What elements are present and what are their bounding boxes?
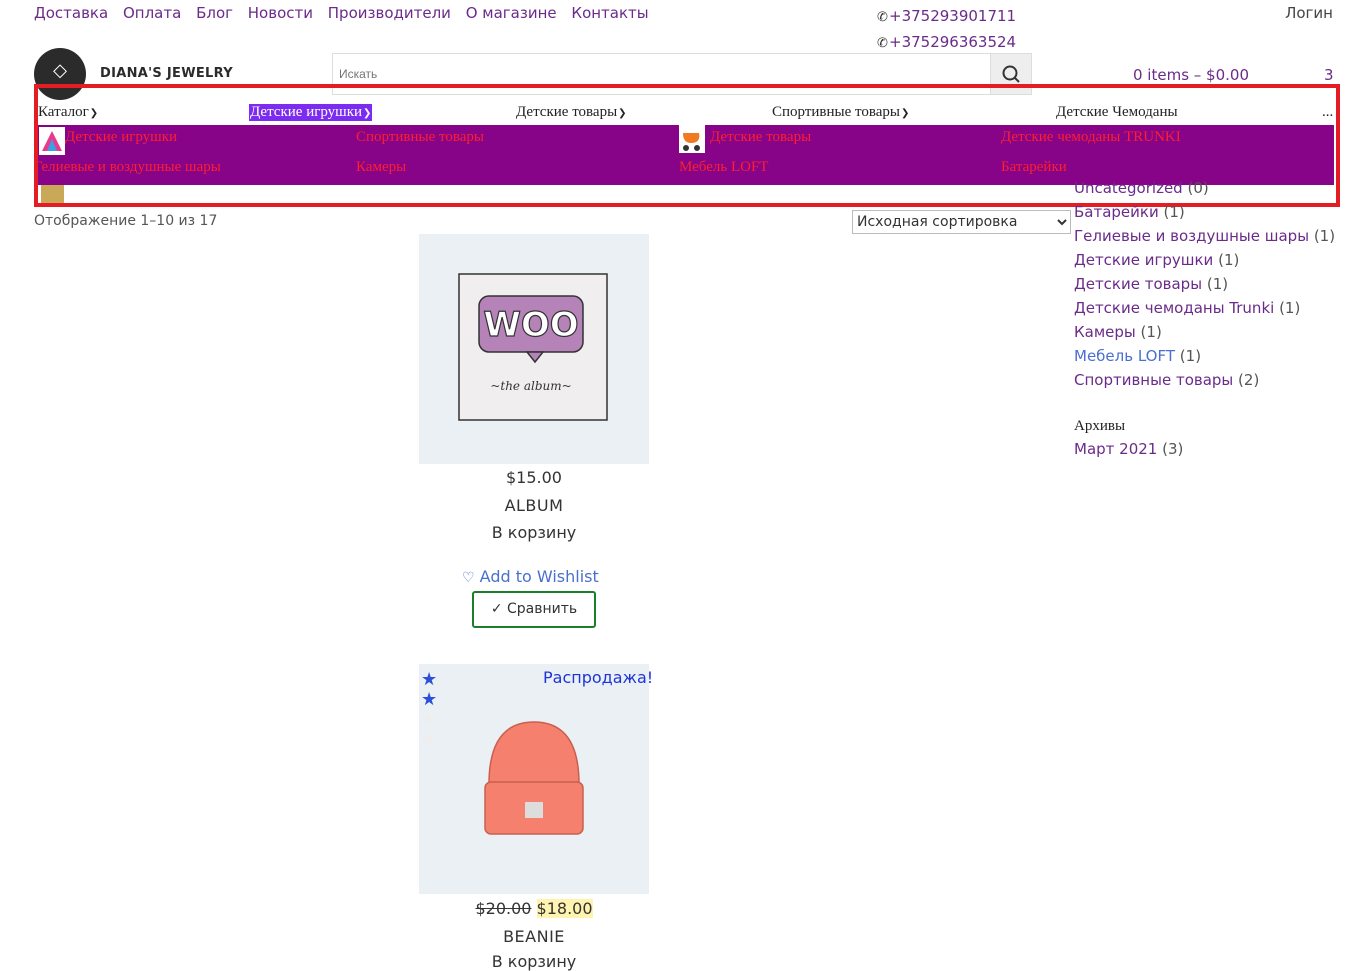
menu-item-kids-suitcases[interactable]: Детские Чемоданы (1056, 104, 1178, 121)
nav-link-delivery[interactable]: Доставка (34, 4, 108, 22)
nav-link-payment[interactable]: Оплата (123, 4, 181, 22)
submenu-batteries[interactable]: Батарейки (1001, 159, 1067, 176)
top-navigation: Доставка Оплата Блог Новости Производите… (34, 4, 659, 22)
product-price: $15.00 (506, 468, 562, 487)
diamond-icon: ◇ (53, 60, 67, 81)
toys-thumbnail (39, 127, 65, 155)
add-to-wishlist-link[interactable]: ♡ Add to Wishlist (462, 567, 599, 586)
menu-more[interactable]: ... (1322, 104, 1333, 121)
nav-link-news[interactable]: Новости (248, 4, 313, 22)
sale-badge: Распродажа! (543, 668, 654, 687)
product-title[interactable]: ALBUM (419, 496, 649, 515)
brand-name: DIANA'S JEWELRY (100, 66, 233, 81)
decorative-strip (41, 185, 64, 203)
phone-list: ✆+375293901711 ✆+375296363524 (877, 4, 1016, 56)
star-icon: ★ (421, 689, 438, 710)
nav-link-manufacturers[interactable]: Производители (328, 4, 451, 22)
submenu-sports-goods[interactable]: Спортивные товары (356, 129, 484, 146)
search-icon (1002, 65, 1020, 83)
add-to-cart-button[interactable]: В корзину (419, 523, 649, 542)
sale-price: $18.00 (536, 899, 593, 918)
category-item: Гелиевые и воздушные шары (1) (1074, 227, 1336, 245)
chevron-down-icon: ❯ (618, 108, 627, 119)
main-menu: Каталог❯ Детские игрушки❯ Детские товары… (34, 104, 1334, 124)
category-item: Детские чемоданы Trunki (1) (1074, 299, 1301, 317)
rating-stars: ★ ★ ★ ★ (421, 670, 437, 750)
stroller-thumbnail (679, 125, 705, 153)
menu-item-kids-goods[interactable]: Детские товары❯ (516, 104, 627, 121)
category-item: Uncategorized (0) (1074, 179, 1209, 197)
archive-item: Март 2021 (3) (1074, 440, 1184, 458)
nav-link-contacts[interactable]: Контакты (571, 4, 648, 22)
album-illustration: WOO ~the album~ (458, 273, 608, 421)
svg-text:WOO: WOO (483, 305, 578, 345)
category-item: Камеры (1) (1074, 323, 1162, 341)
chevron-down-icon: ❯ (363, 108, 372, 119)
nav-link-blog[interactable]: Блог (196, 4, 233, 22)
submenu-cameras[interactable]: Камеры (356, 159, 406, 176)
submenu-balloons[interactable]: Гелиевые и воздушные шары (34, 159, 221, 176)
star-empty-icon: ★ (421, 709, 438, 730)
chevron-down-icon: ❯ (89, 108, 99, 119)
menu-item-kids-toys[interactable]: Детские игрушки❯ (249, 104, 373, 121)
sort-select[interactable]: Исходная сортировка (852, 210, 1071, 234)
category-item: Детские игрушки (1) (1074, 251, 1240, 269)
phone-icon: ✆ (877, 10, 888, 25)
results-count: Отображение 1–10 из 17 (34, 213, 218, 229)
submenu-kids-suitcases-trunki[interactable]: Детские чемоданы TRUNKI (1001, 129, 1181, 146)
chevron-down-icon: ❯ (901, 108, 910, 119)
category-item: Батарейки (1) (1074, 203, 1185, 221)
archives-title: Архивы (1074, 418, 1126, 434)
search-button[interactable] (990, 53, 1032, 95)
heart-icon: ♡ (462, 570, 475, 586)
submenu-kids-goods[interactable]: Детские товары (710, 129, 811, 146)
menu-item-catalog[interactable]: Каталог❯ (38, 104, 98, 121)
menu-item-sports-goods[interactable]: Спортивные товары❯ (772, 104, 909, 121)
product-image-beanie[interactable] (419, 664, 649, 894)
login-link[interactable]: Логин (1285, 4, 1333, 22)
star-empty-icon: ★ (421, 729, 438, 750)
compare-button[interactable]: ✓ Сравнить (472, 591, 596, 628)
category-item: Детские товары (1) (1074, 275, 1229, 293)
search-input[interactable] (332, 53, 990, 95)
category-item: Спортивные товары (2) (1074, 371, 1260, 389)
category-list: Uncategorized (0) Батарейки (1) Гелиевые… (1074, 176, 1335, 392)
add-to-cart-button[interactable]: В корзину (419, 952, 649, 971)
submenu-kids-toys[interactable]: Детские игрушки (65, 129, 177, 146)
beanie-illustration (484, 721, 584, 835)
product-price: $20.00 $18.00 (419, 899, 649, 918)
cart-summary[interactable]: 0 items – $0.00 (1133, 66, 1249, 84)
category-item: Мебель LOFT (1) (1074, 347, 1202, 365)
phone-1[interactable]: ✆+375293901711 (877, 4, 1016, 30)
nav-link-about[interactable]: О магазине (466, 4, 557, 22)
cart-count[interactable]: 3 (1324, 66, 1334, 84)
old-price: $20.00 (475, 899, 532, 918)
star-icon: ★ (421, 669, 438, 690)
svg-text:~the album~: ~the album~ (490, 379, 571, 393)
submenu-furniture-loft[interactable]: Мебель LOFT (679, 159, 768, 176)
product-title[interactable]: BEANIE (419, 927, 649, 946)
product-image-album[interactable]: WOO ~the album~ (419, 234, 649, 464)
